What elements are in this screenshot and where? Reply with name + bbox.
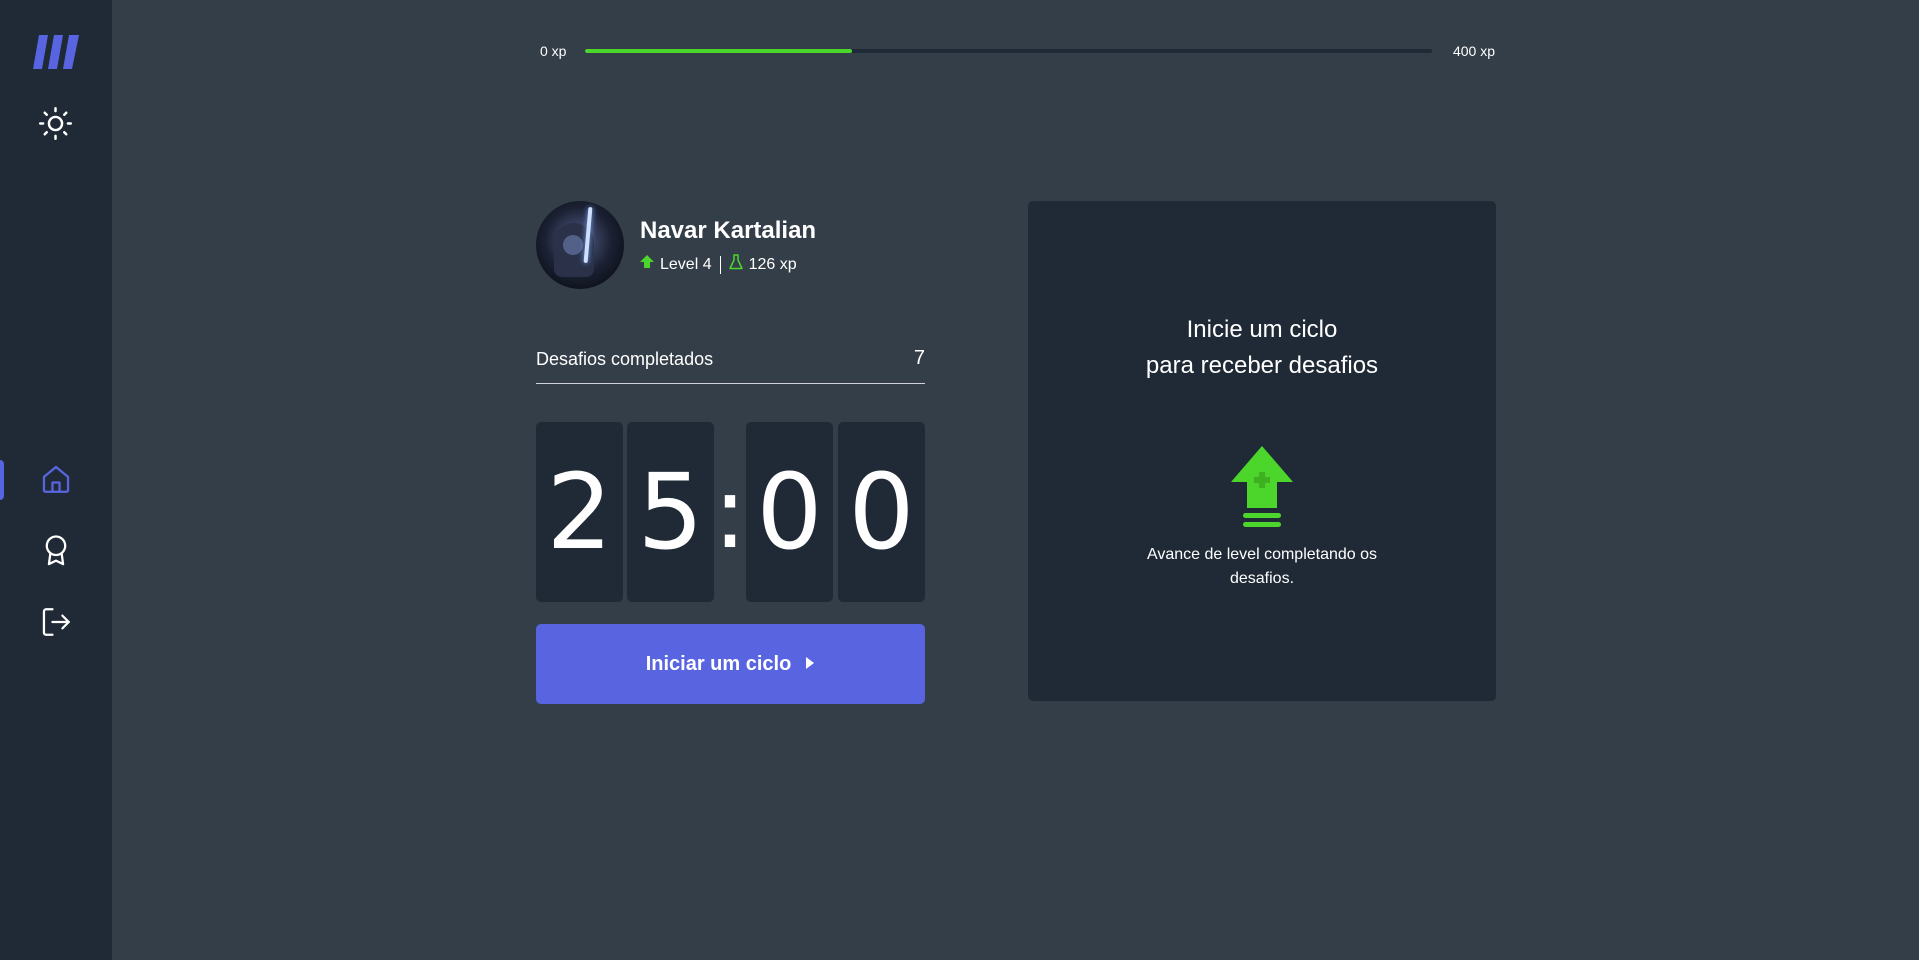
countdown-minute-right: 5 bbox=[627, 422, 714, 602]
xp-min-label: 0 xp bbox=[540, 43, 567, 59]
profile-level: Level 4 bbox=[660, 255, 712, 273]
play-icon bbox=[805, 653, 815, 676]
avatar bbox=[536, 201, 624, 289]
countdown-minute-left: 2 bbox=[536, 422, 623, 602]
start-cycle-label: Iniciar um ciclo bbox=[645, 652, 792, 675]
challenge-box-title-line1: Inicie um ciclo bbox=[1186, 316, 1338, 343]
profile-name: Navar Kartalian bbox=[640, 217, 817, 244]
home-icon bbox=[39, 462, 73, 501]
xp-max-label: 400 xp bbox=[1452, 43, 1495, 59]
sidebar-item-leaderboard[interactable] bbox=[0, 530, 112, 574]
logout-icon bbox=[39, 605, 73, 644]
sidebar-item-logout[interactable] bbox=[0, 602, 112, 646]
challenge-box-description: Avance de level completando os desafios. bbox=[1146, 546, 1378, 587]
meta-divider bbox=[719, 255, 721, 274]
award-icon bbox=[39, 533, 73, 572]
experience-bar: 0 xp 400 xp bbox=[540, 40, 1495, 62]
completed-challenges-count: 7 bbox=[913, 347, 925, 369]
start-cycle-button[interactable]: Iniciar um ciclo bbox=[536, 624, 925, 704]
countdown-separator: : bbox=[713, 453, 747, 571]
xp-progress-fill bbox=[585, 49, 852, 53]
sun-icon[interactable] bbox=[38, 106, 73, 141]
level-up-icon bbox=[1231, 446, 1293, 528]
countdown-second-right: 0 bbox=[838, 422, 925, 602]
profile: Navar Kartalian Level 4 126 xp bbox=[536, 201, 936, 291]
countdown-second-left: 0 bbox=[746, 422, 833, 602]
completed-challenges-label: Desafios completados bbox=[536, 349, 714, 369]
challenge-box-title-line2: para receber desafios bbox=[1145, 352, 1379, 379]
profile-xp: 126 xp bbox=[748, 255, 797, 273]
level-up-icon bbox=[640, 255, 654, 274]
countdown: 2 5 : 0 0 bbox=[536, 422, 925, 602]
completed-challenges: Desafios completados 7 bbox=[536, 347, 925, 384]
challenge-box-title: Inicie um ciclo para receber desafios bbox=[1028, 312, 1496, 384]
sidebar-item-home[interactable] bbox=[0, 459, 112, 503]
challenge-box: Inicie um ciclo para receber desafios Av… bbox=[1028, 201, 1496, 701]
sidebar bbox=[0, 0, 112, 960]
profile-meta: Level 4 126 xp bbox=[640, 254, 797, 275]
move-it-logo[interactable] bbox=[33, 33, 79, 71]
xp-progress-track bbox=[585, 49, 1432, 53]
flask-icon bbox=[728, 254, 743, 275]
